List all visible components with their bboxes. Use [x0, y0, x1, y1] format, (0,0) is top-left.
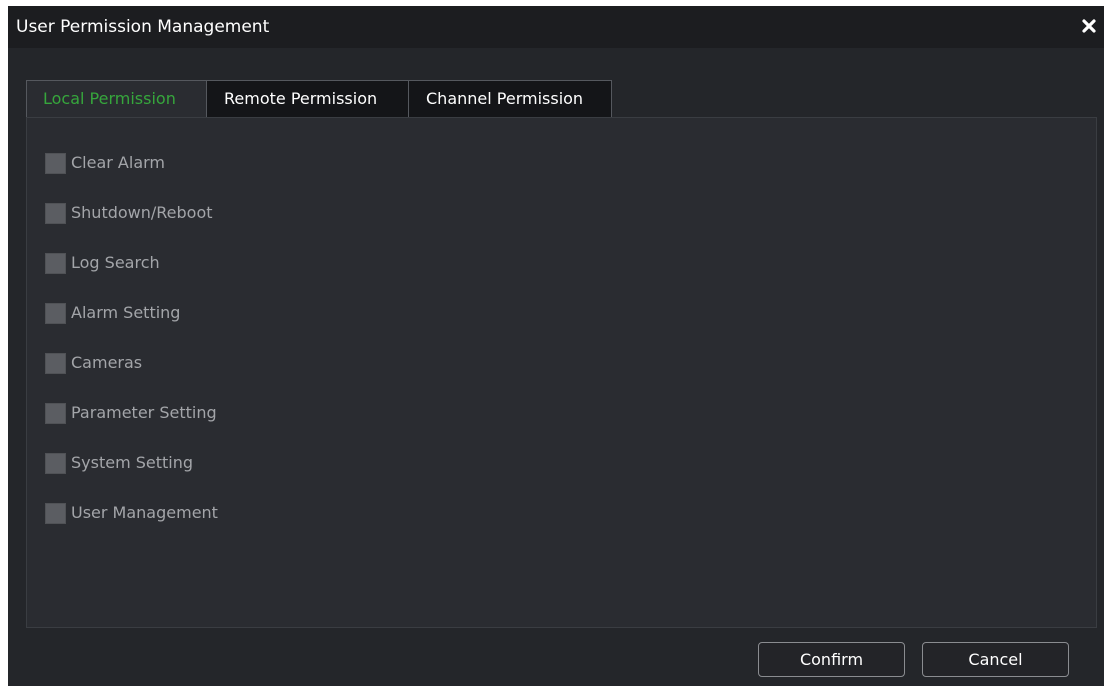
- permission-label: Cameras: [71, 353, 143, 372]
- permission-tabs: Local Permission Remote Permission Chann…: [26, 80, 612, 117]
- tab-local-permission[interactable]: Local Permission: [26, 80, 207, 117]
- tab-label: Remote Permission: [224, 89, 378, 108]
- permission-panel: Clear Alarm Shutdown/Reboot Log Search A…: [26, 117, 1097, 628]
- checkbox[interactable]: [45, 402, 66, 424]
- permission-alarm-setting[interactable]: Alarm Setting: [45, 288, 218, 338]
- permission-user-management[interactable]: User Management: [45, 488, 218, 538]
- tab-label: Local Permission: [43, 89, 176, 108]
- permission-system-setting[interactable]: System Setting: [45, 438, 218, 488]
- checkbox[interactable]: [45, 302, 66, 324]
- tab-channel-permission[interactable]: Channel Permission: [408, 80, 612, 117]
- permission-label: Shutdown/Reboot: [71, 203, 213, 222]
- tab-remote-permission[interactable]: Remote Permission: [206, 80, 409, 117]
- tab-label: Channel Permission: [426, 89, 584, 108]
- permission-shutdown-reboot[interactable]: Shutdown/Reboot: [45, 188, 218, 238]
- user-permission-dialog: User Permission Management Local Permiss…: [8, 6, 1104, 686]
- permission-label: Clear Alarm: [71, 153, 166, 172]
- permission-clear-alarm[interactable]: Clear Alarm: [45, 138, 218, 188]
- checkbox[interactable]: [45, 352, 66, 374]
- permission-label: Alarm Setting: [71, 303, 181, 322]
- permission-cameras[interactable]: Cameras: [45, 338, 218, 388]
- close-icon[interactable]: [1078, 14, 1100, 38]
- checkbox[interactable]: [45, 252, 66, 274]
- dialog-titlebar: User Permission Management: [8, 6, 1104, 48]
- dialog-title: User Permission Management: [16, 17, 270, 37]
- checkbox[interactable]: [45, 452, 66, 474]
- permission-label: User Management: [71, 503, 218, 522]
- permission-label: System Setting: [71, 453, 194, 472]
- permission-parameter-setting[interactable]: Parameter Setting: [45, 388, 218, 438]
- permission-list: Clear Alarm Shutdown/Reboot Log Search A…: [45, 138, 218, 538]
- checkbox[interactable]: [45, 152, 66, 174]
- permission-label: Parameter Setting: [71, 403, 217, 422]
- checkbox[interactable]: [45, 502, 66, 524]
- confirm-button[interactable]: Confirm: [758, 642, 905, 677]
- permission-log-search[interactable]: Log Search: [45, 238, 218, 288]
- cancel-button[interactable]: Cancel: [922, 642, 1069, 677]
- checkbox[interactable]: [45, 202, 66, 224]
- permission-label: Log Search: [71, 253, 160, 272]
